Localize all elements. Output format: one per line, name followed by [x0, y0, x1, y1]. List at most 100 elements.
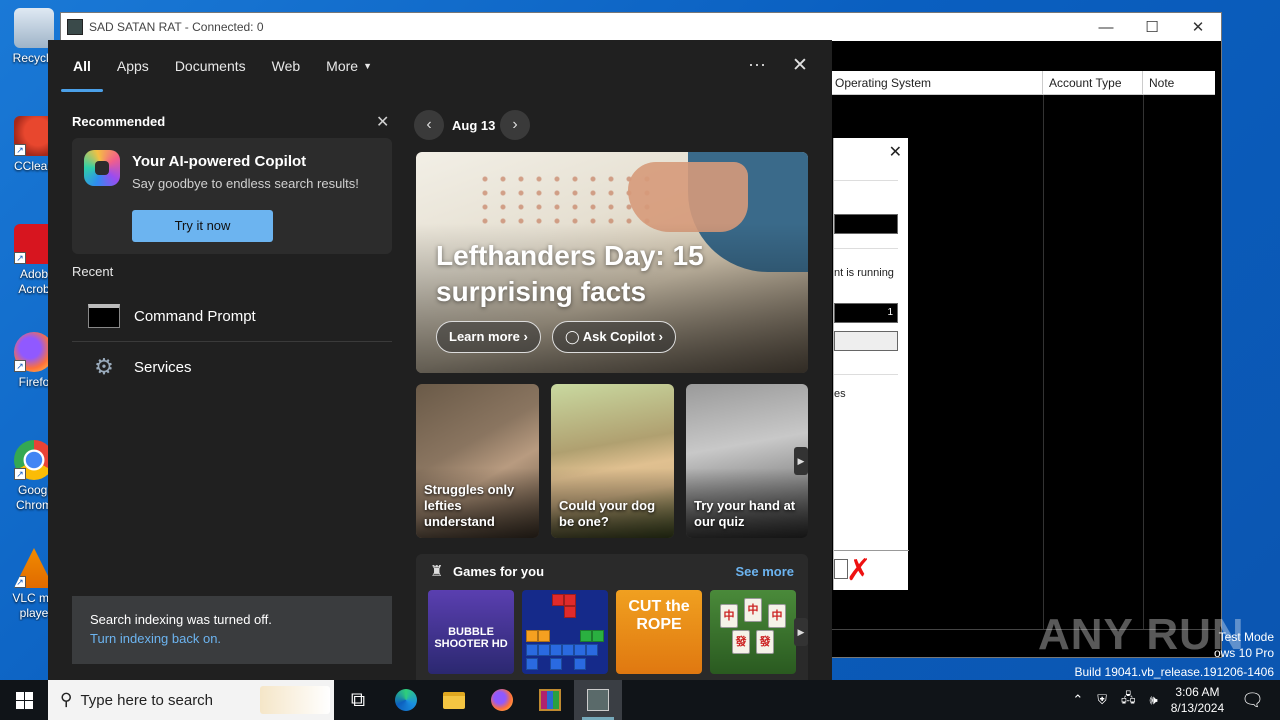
taskbar: ⚲ Type here to search ⧉ ⌃ ⛨ 🖧 🕪 3:06 AM … [0, 680, 1280, 720]
tile-caption: Could your dog be one? [559, 498, 656, 529]
game-pieces-icon: ♜ [430, 563, 444, 580]
copilot-card: Your AI-powered Copilot Say goodbye to e… [72, 138, 392, 254]
show-hidden-icons-icon[interactable]: ⌃ [1072, 692, 1083, 708]
tetris-block [574, 644, 586, 656]
security-icon[interactable]: ⛨ [1097, 692, 1107, 708]
scroll-right-icon[interactable]: ▶ [794, 618, 808, 646]
notifications-icon[interactable]: 🗨 [1241, 690, 1264, 711]
dialog-input[interactable]: 1 [834, 303, 898, 323]
game-mahjong[interactable]: 中 中 中 發 發 [710, 590, 796, 674]
ask-copilot-button[interactable]: ◯ Ask Copilot › [552, 321, 676, 353]
clock[interactable]: 3:06 AM 8/13/2024 [1171, 684, 1224, 716]
winrar-icon[interactable] [526, 680, 574, 720]
scroll-right-icon[interactable]: ▶ [794, 447, 808, 475]
tetris-block [526, 644, 538, 656]
recent-title: Recent [72, 264, 114, 279]
tab-apps[interactable]: Apps [104, 54, 162, 78]
network-icon[interactable]: 🖧 [1121, 689, 1136, 711]
tetris-block [564, 606, 576, 618]
mahjong-tile: 中 [720, 604, 738, 628]
tetris-block [586, 644, 598, 656]
tetris-block [552, 594, 564, 606]
column-header[interactable]: Operating System [829, 71, 1043, 94]
dialog-input[interactable] [834, 331, 898, 351]
hero-card[interactable]: Lefthanders Day: 15 surprising facts Lea… [416, 152, 808, 373]
dialog-label: nt is running [834, 267, 894, 279]
taskbar-search-box[interactable]: ⚲ Type here to search [48, 680, 334, 720]
builder-dialog: ✕ nt is running 1 es ✗ [833, 138, 909, 590]
dismiss-recommended-icon[interactable]: ✕ [376, 112, 389, 132]
news-tile[interactable]: Could your dog be one? [551, 384, 674, 538]
chevron-right-icon: › [523, 329, 528, 344]
maximize-button[interactable]: ☐ [1129, 13, 1175, 41]
mahjong-tile: 發 [732, 630, 750, 654]
rat-app-taskbar-icon[interactable] [574, 680, 622, 720]
tetris-block [526, 630, 538, 642]
tile-caption: Struggles only lefties understand [424, 482, 515, 529]
recent-item-label: Services [134, 358, 192, 376]
gears-icon: ⚙ [94, 354, 114, 379]
chat-icon: ◯ [565, 329, 580, 344]
task-view-icon[interactable]: ⧉ [334, 680, 382, 720]
indexing-notice: Search indexing was turned off. Turn ind… [72, 596, 392, 664]
game-tetris[interactable] [522, 590, 608, 674]
divider [834, 550, 909, 551]
mahjong-tile: 中 [744, 598, 762, 622]
edge-icon[interactable] [382, 680, 430, 720]
tab-documents[interactable]: Documents [162, 54, 259, 78]
volume-icon[interactable]: 🕪 [1150, 692, 1158, 708]
recent-item-services[interactable]: ⚙ Services [72, 342, 392, 392]
client-table-header: Operating System Account Type Note [829, 71, 1215, 95]
turn-indexing-on-link[interactable]: Turn indexing back on. [90, 631, 374, 646]
learn-more-button[interactable]: Learn more › [436, 321, 541, 353]
try-it-now-button[interactable]: Try it now [132, 210, 273, 242]
tab-more[interactable]: More ▼ [313, 54, 385, 78]
tab-all[interactable]: All [60, 54, 104, 92]
tab-web[interactable]: Web [259, 54, 314, 78]
see-more-link[interactable]: See more [735, 564, 794, 579]
game-cut-the-rope[interactable]: CUT the ROPE [616, 590, 702, 674]
tetris-block [538, 644, 550, 656]
previous-day-button[interactable]: ‹ [414, 110, 444, 140]
tab-more-label: More [326, 58, 359, 74]
recent-item-label: Command Prompt [134, 307, 256, 325]
system-tray: ⌃ ⛨ 🖧 🕪 3:06 AM 8/13/2024 🗨 [1065, 680, 1280, 720]
game-bubble-shooter[interactable]: BUBBLE SHOOTER HD [428, 590, 514, 674]
dialog-input[interactable] [834, 214, 898, 234]
news-tile[interactable]: Try your hand at our quiz [686, 384, 808, 538]
minimize-button[interactable]: — [1083, 13, 1129, 41]
column-header[interactable]: Note [1143, 71, 1215, 94]
watermark-text: Test Mode [1218, 630, 1274, 644]
ask-copilot-label: Ask Copilot [582, 329, 655, 344]
tetris-block [574, 658, 586, 670]
file-explorer-icon[interactable] [430, 680, 478, 720]
hero-image [628, 162, 748, 232]
divider [834, 180, 898, 181]
firefox-icon[interactable] [478, 680, 526, 720]
rat-app-icon [67, 19, 83, 35]
close-panel-icon[interactable]: ✕ [792, 54, 808, 77]
news-tile[interactable]: Struggles only lefties understand [416, 384, 539, 538]
rat-window-titlebar[interactable]: SAD SATAN RAT - Connected: 0 [61, 13, 1221, 41]
tetris-block [550, 658, 562, 670]
recent-item-command-prompt[interactable]: Command Prompt [72, 291, 392, 341]
tile-caption: Try your hand at our quiz [694, 498, 796, 529]
dialog-close-icon[interactable]: ✕ [889, 142, 902, 162]
clock-time: 3:06 AM [1175, 685, 1220, 699]
mahjong-tile: 中 [768, 604, 786, 628]
close-button[interactable]: ✕ [1175, 13, 1221, 41]
column-divider [1143, 95, 1144, 629]
start-button[interactable] [0, 680, 48, 720]
tetris-block [580, 630, 592, 642]
command-prompt-icon [88, 304, 120, 328]
games-section: ♜ Games for you See more BUBBLE SHOOTER … [416, 554, 808, 680]
tetris-block [592, 630, 604, 642]
column-header[interactable]: Account Type [1043, 71, 1143, 94]
hero-title: Lefthanders Day: 15 surprising facts [436, 240, 704, 307]
more-options-icon[interactable]: ··· [748, 54, 766, 75]
dialog-label: es [834, 388, 846, 400]
rat-window-title: SAD SATAN RAT - Connected: 0 [89, 20, 264, 34]
ribbon-logo-icon[interactable]: ✗ [846, 556, 896, 586]
tetris-block [564, 594, 576, 606]
next-day-button[interactable]: › [500, 110, 530, 140]
